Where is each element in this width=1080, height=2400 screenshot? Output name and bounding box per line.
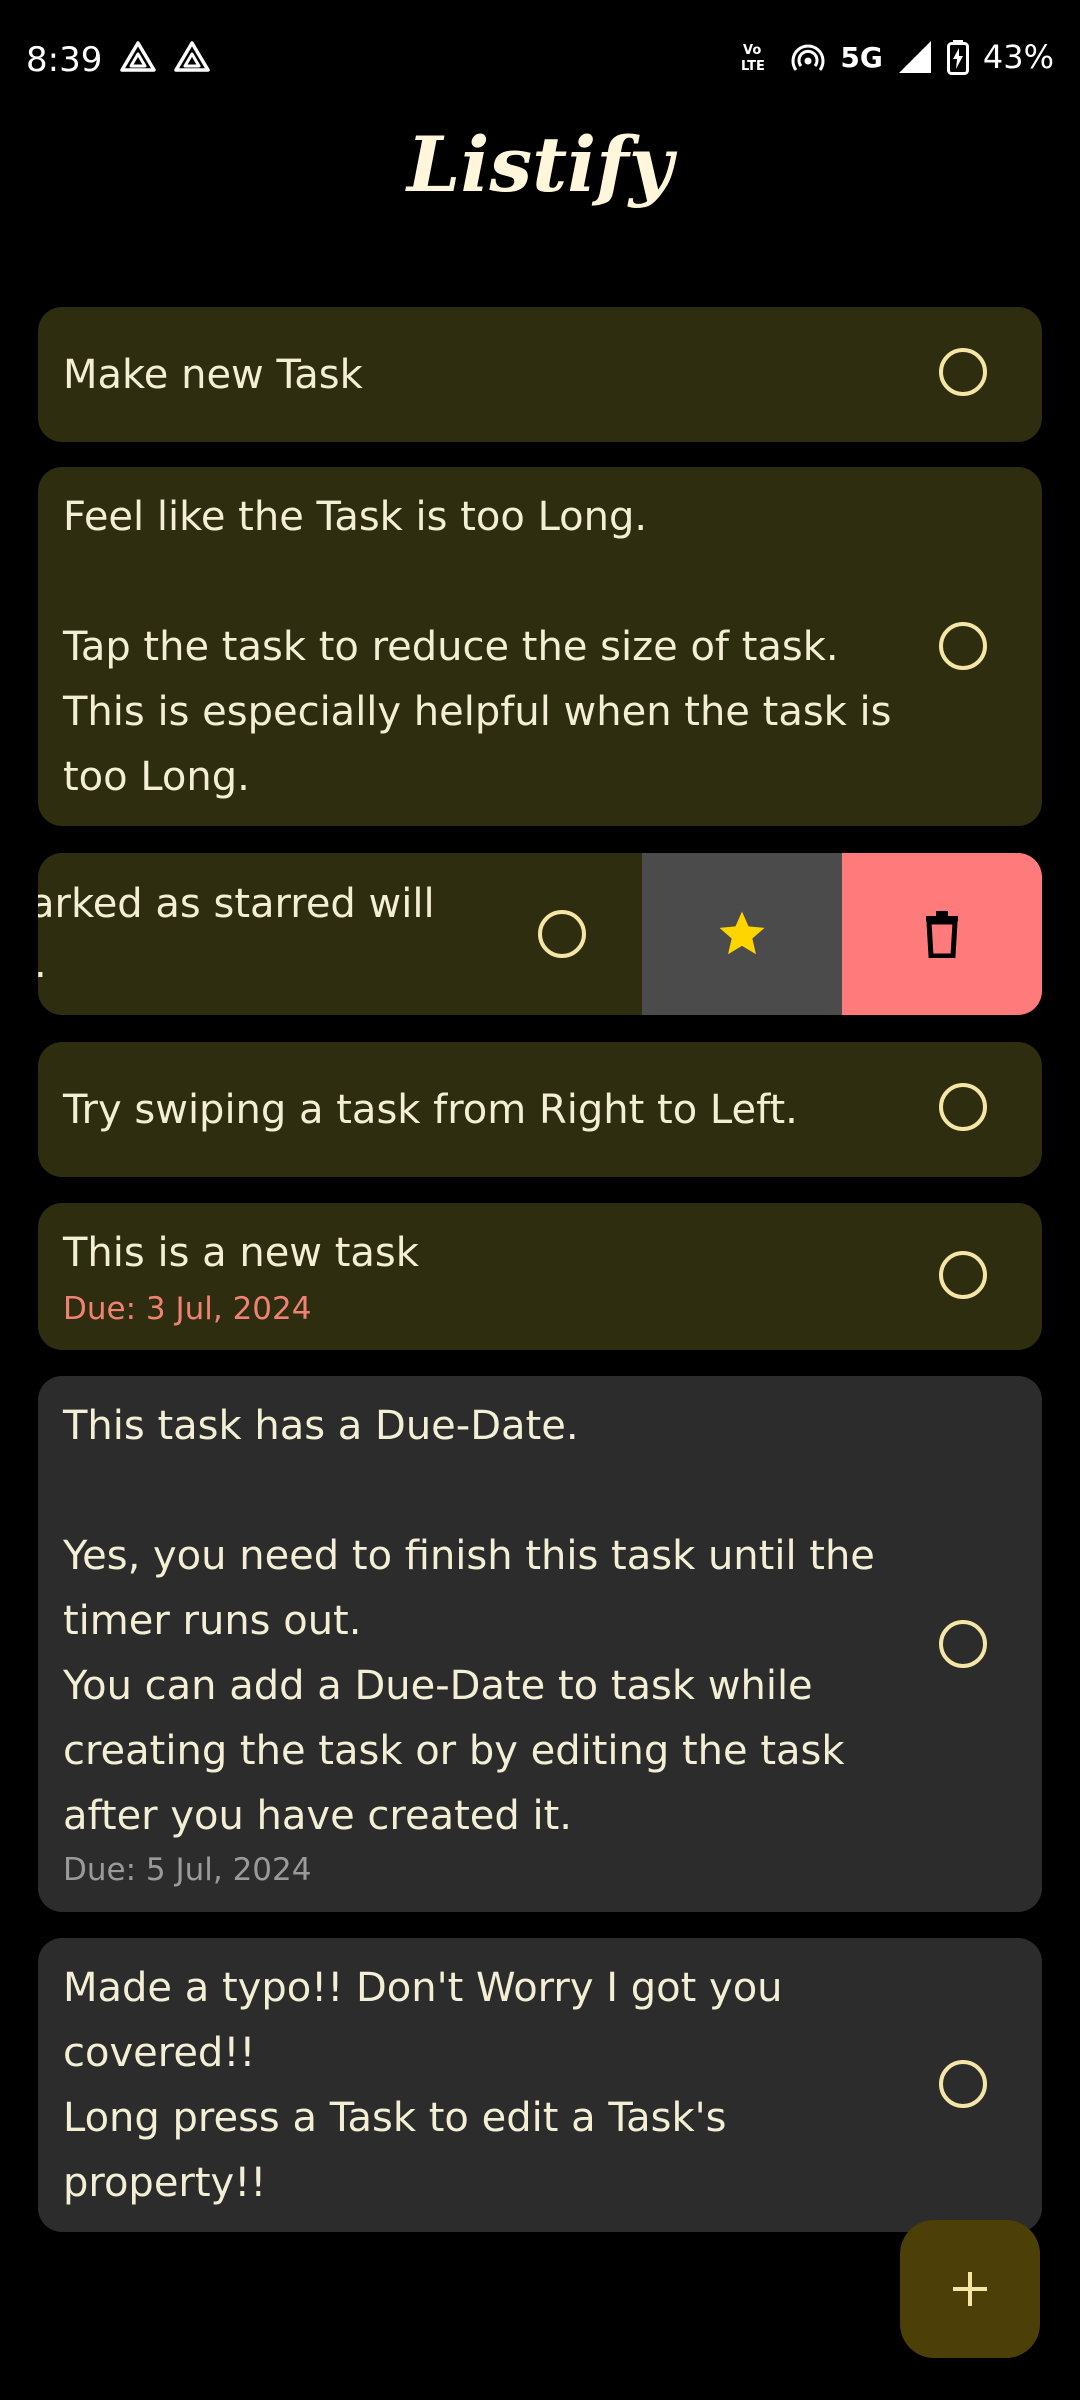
task-checkbox[interactable]: [939, 1083, 987, 1131]
app-title: Listify: [407, 120, 673, 209]
task-checkbox[interactable]: [939, 1251, 987, 1299]
task-text: This is a new task: [63, 1230, 419, 1276]
svg-text:LTE: LTE: [741, 59, 765, 74]
task-text: Try swiping a task from Right to Left.: [63, 1087, 798, 1133]
task-text: Feel like the Task is too Long. Tap the …: [63, 494, 892, 800]
task-text-continued: .: [38, 941, 47, 987]
task-text: arked as starred will: [38, 881, 435, 927]
task-card[interactable]: Made a typo!! Don't Worry I got you cove…: [38, 1938, 1042, 2232]
status-right-icons: Vo LTE 5G 43%: [740, 38, 1054, 76]
task-text: This task has a Due-Date. Yes, you need …: [63, 1403, 875, 1839]
drive-triangle-icon: [120, 41, 156, 72]
signal-icon: [898, 41, 931, 73]
hotspot-icon: [791, 44, 825, 71]
due-date: Due: 5 Jul, 2024: [63, 1852, 312, 1888]
task-checkbox[interactable]: [939, 2060, 987, 2108]
star-icon: [719, 911, 765, 955]
add-task-button[interactable]: [900, 2220, 1040, 2358]
delete-button[interactable]: [842, 853, 1042, 1015]
status-bar: 8:39 Vo LTE 5G 43%: [0, 0, 1080, 126]
task-card[interactable]: Try swiping a task from Right to Left.: [38, 1042, 1042, 1177]
task-card-swiped[interactable]: arked as starred will .: [38, 853, 1042, 1015]
task-content[interactable]: arked as starred will .: [38, 853, 642, 1015]
battery-percent: 43%: [982, 38, 1054, 76]
task-checkbox[interactable]: [538, 910, 586, 958]
task-checkbox[interactable]: [939, 348, 987, 396]
svg-text:Vo: Vo: [743, 43, 761, 58]
task-card[interactable]: This is a new task Due: 3 Jul, 2024: [38, 1203, 1042, 1350]
task-text: Make new Task: [63, 352, 363, 398]
volte-icon: Vo LTE: [741, 43, 765, 74]
star-button[interactable]: [642, 853, 842, 1015]
due-date: Due: 3 Jul, 2024: [63, 1291, 312, 1327]
status-time: 8:39: [26, 40, 103, 80]
network-type: 5G: [840, 40, 883, 74]
status-left-icons: [120, 40, 210, 74]
task-card[interactable]: Feel like the Task is too Long. Tap the …: [38, 467, 1042, 826]
task-text: Made a typo!! Don't Worry I got you cove…: [63, 1965, 783, 2206]
task-checkbox[interactable]: [939, 1620, 987, 1668]
task-card[interactable]: This task has a Due-Date. Yes, you need …: [38, 1376, 1042, 1912]
battery-charging-icon: [946, 40, 969, 75]
task-card[interactable]: Make new Task: [38, 307, 1042, 442]
plus-icon: [953, 2272, 987, 2306]
trash-icon: [926, 911, 958, 958]
drive-triangle-icon: [174, 41, 210, 72]
task-checkbox[interactable]: [939, 622, 987, 670]
